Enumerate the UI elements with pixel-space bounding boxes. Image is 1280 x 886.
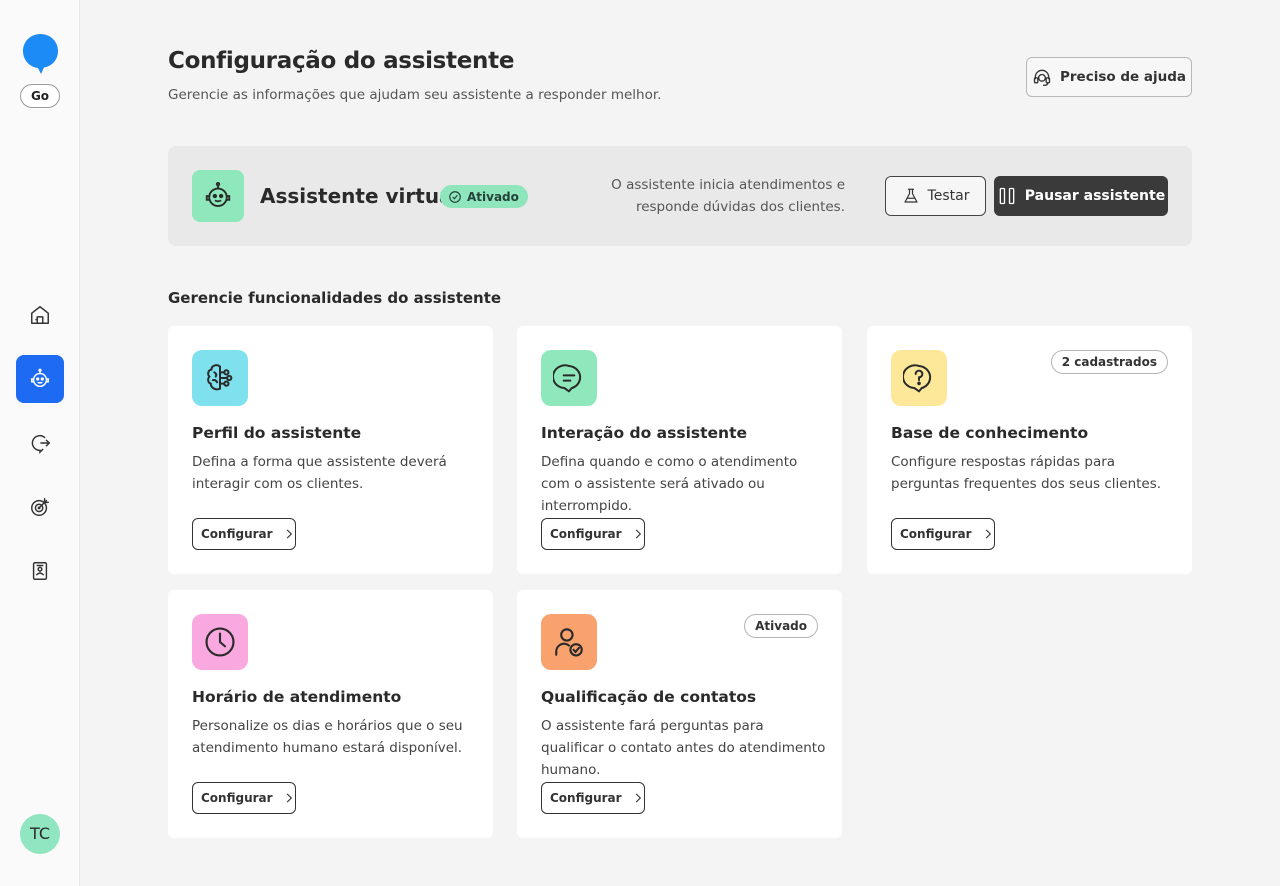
section-title: Gerencie funcionalidades do assistente xyxy=(168,289,502,307)
chevron-right-icon xyxy=(985,529,991,539)
clock-icon xyxy=(205,627,235,657)
pause-assistant-button[interactable]: Pausar assistente xyxy=(994,176,1168,216)
banner-desc-line: responde dúvidas dos clientes. xyxy=(635,199,845,215)
help-label: Preciso de ajuda xyxy=(1060,69,1186,85)
robot-icon xyxy=(31,368,49,388)
pause-icon xyxy=(999,187,1015,205)
chevron-right-icon xyxy=(635,529,641,539)
assistant-banner: Assistente virtual Ativado O assistente … xyxy=(168,146,1192,246)
card-assistant-profile: Perfil do assistente Defina a forma que … xyxy=(168,326,493,574)
card-description: Personalize os dias e horários que o seu… xyxy=(192,718,463,756)
card-description: Configure respostas rápidas para pergunt… xyxy=(891,454,1162,492)
chevron-right-icon xyxy=(286,793,292,803)
check-circle-icon xyxy=(449,190,461,203)
configure-label: Configurar xyxy=(550,791,622,805)
card-icon-box xyxy=(891,350,947,406)
card-knowledge-base: 2 cadastrados Base de conhecimento Confi… xyxy=(867,326,1192,574)
card-title: Base de conhecimento xyxy=(891,424,1089,442)
configure-button[interactable]: Configurar xyxy=(541,782,645,814)
status-label: Ativado xyxy=(467,189,519,204)
card-title: Qualificação de contatos xyxy=(541,688,757,706)
help-button[interactable]: Preciso de ajuda xyxy=(1026,57,1192,97)
headset-icon xyxy=(1033,69,1051,87)
card-title: Interação do assistente xyxy=(541,424,747,442)
test-label: Testar xyxy=(927,188,970,204)
page-subtitle: Gerencie as informações que ajudam seu a… xyxy=(168,87,662,103)
configure-button[interactable]: Configurar xyxy=(891,518,995,550)
contact-book-icon xyxy=(32,562,48,580)
card-title: Horário de atendimento xyxy=(192,688,402,706)
nav-redirect[interactable] xyxy=(16,419,64,467)
plan-badge: Go xyxy=(20,84,60,108)
card-description: Defina a forma que assistente deverá int… xyxy=(192,454,447,492)
nav-target[interactable] xyxy=(16,483,64,531)
status-badge: Ativado xyxy=(440,185,528,208)
count-badge: 2 cadastrados xyxy=(1050,350,1168,374)
logo-icon[interactable] xyxy=(22,33,59,75)
nav-contacts[interactable] xyxy=(16,547,64,595)
configure-button[interactable]: Configurar xyxy=(192,782,296,814)
card-icon-box xyxy=(541,614,597,670)
card-business-hours: Horário de atendimento Personalize os di… xyxy=(168,590,493,838)
home-icon xyxy=(31,306,49,324)
question-icon xyxy=(903,364,932,393)
card-description: Defina quando e como o atendimento com o… xyxy=(541,454,798,514)
chat-redirect-icon xyxy=(31,434,51,454)
configure-label: Configurar xyxy=(900,527,972,541)
avatar[interactable]: TC xyxy=(20,814,60,854)
configure-label: Configurar xyxy=(550,527,622,541)
card-icon-box xyxy=(192,614,248,670)
banner-description: O assistente inicia atendimentos e respo… xyxy=(611,174,845,218)
chevron-right-icon xyxy=(286,529,292,539)
banner-icon-box xyxy=(192,170,244,222)
robot-icon xyxy=(205,181,231,207)
flask-icon xyxy=(903,188,918,203)
configure-label: Configurar xyxy=(201,527,273,541)
status-badge: Ativado xyxy=(744,614,818,638)
banner-desc-line: O assistente inicia atendimentos e xyxy=(611,177,845,193)
configure-button[interactable]: Configurar xyxy=(192,518,296,550)
configure-button[interactable]: Configurar xyxy=(541,518,645,550)
banner-title: Assistente virtual xyxy=(260,184,460,208)
user-check-icon xyxy=(555,628,583,657)
card-description: O assistente fará perguntas para qualifi… xyxy=(541,718,826,778)
nav-assistant[interactable] xyxy=(16,355,64,403)
card-title: Perfil do assistente xyxy=(192,424,362,442)
page-title: Configuração do assistente xyxy=(168,48,515,74)
brain-icon xyxy=(207,364,233,391)
configure-label: Configurar xyxy=(201,791,273,805)
test-button[interactable]: Testar xyxy=(885,176,986,216)
card-contact-qualification: Ativado Qualificação de contatos O assis… xyxy=(517,590,842,838)
card-icon-box xyxy=(541,350,597,406)
chevron-right-icon xyxy=(635,793,641,803)
card-assistant-interaction: Interação do assistente Defina quando e … xyxy=(517,326,842,574)
sidebar: Go TC xyxy=(0,0,80,886)
card-icon-box xyxy=(192,350,248,406)
chat-bubble-icon xyxy=(553,364,582,393)
target-icon xyxy=(31,498,49,516)
nav-home[interactable] xyxy=(16,291,64,339)
pause-label: Pausar assistente xyxy=(1024,188,1166,204)
